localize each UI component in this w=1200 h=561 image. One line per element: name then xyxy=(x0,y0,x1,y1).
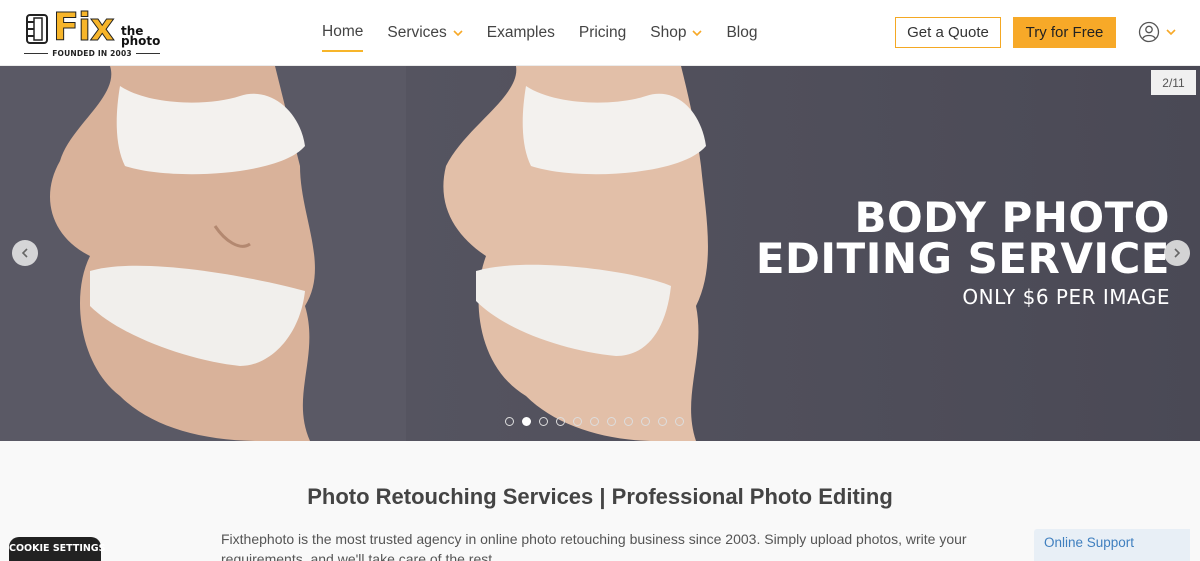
nav-blog-label: Blog xyxy=(726,24,758,41)
hero-subtitle: ONLY $6 PER IMAGE xyxy=(962,285,1170,309)
before-photo xyxy=(0,66,406,441)
try-for-free-button[interactable]: Try for Free xyxy=(1013,17,1116,48)
slider-dot[interactable] xyxy=(539,417,548,426)
slider-dot[interactable] xyxy=(607,417,616,426)
page-title: Photo Retouching Services | Professional… xyxy=(307,484,893,509)
chevron-left-icon xyxy=(21,248,28,258)
online-support-widget[interactable]: Online Support xyxy=(1034,529,1190,561)
nav-services[interactable]: Services xyxy=(387,22,463,44)
hero-title-line2: EDITING SERVICE xyxy=(755,234,1170,283)
nav-examples[interactable]: Examples xyxy=(487,22,555,44)
slider-dot[interactable] xyxy=(675,417,684,426)
logo-divider-right xyxy=(136,53,160,54)
previous-slide-button[interactable] xyxy=(12,240,38,266)
hero-title-line1: BODY PHOTO xyxy=(854,193,1170,242)
get-quote-button[interactable]: Get a Quote xyxy=(895,17,1001,48)
chevron-down-icon xyxy=(1166,29,1176,36)
nav-home-label: Home xyxy=(322,23,364,40)
slider-dot[interactable] xyxy=(556,417,565,426)
slider-dot[interactable] xyxy=(590,417,599,426)
nav-blog[interactable]: Blog xyxy=(726,22,757,44)
site-header: Fix the photo FOUNDED IN 2003 Home Servi… xyxy=(0,0,1200,66)
fixthephoto-logo[interactable]: Fix the photo FOUNDED IN 2003 xyxy=(24,8,161,60)
nav-shop[interactable]: Shop xyxy=(650,22,703,44)
chevron-down-icon xyxy=(453,30,463,37)
nav-home[interactable]: Home xyxy=(322,22,364,52)
slider-dot[interactable] xyxy=(522,417,531,426)
logo-fix-text: Fix xyxy=(53,5,115,49)
slider-dot[interactable] xyxy=(624,417,633,426)
nav-examples-label: Examples xyxy=(486,24,555,41)
hero-slider: 2/11 BODY PHOTO EDITING SERVICE ONLY $6 … xyxy=(0,66,1200,441)
nav-shop-label: Shop xyxy=(650,24,687,41)
nav-pricing-label: Pricing xyxy=(578,24,627,41)
slider-dot[interactable] xyxy=(641,417,650,426)
slide-counter: 2/11 xyxy=(1151,70,1196,95)
chevron-right-icon xyxy=(1174,248,1181,258)
logo-hands-icon xyxy=(26,14,48,44)
before-body-image xyxy=(50,66,315,441)
nav-pricing[interactable]: Pricing xyxy=(579,22,626,44)
cookie-settings-button[interactable]: COOKIE SETTINGS xyxy=(9,537,105,561)
logo-photo-text: photo xyxy=(121,34,161,48)
chevron-down-icon xyxy=(692,30,703,37)
slider-dot[interactable] xyxy=(573,417,582,426)
main-nav: Home Services Examples Pricing Shop Blog xyxy=(322,22,757,52)
intro-section: Photo Retouching Services | Professional… xyxy=(0,441,1200,561)
slider-dot[interactable] xyxy=(505,417,514,426)
slider-dot[interactable] xyxy=(658,417,667,426)
user-circle-icon xyxy=(1138,21,1160,43)
slider-dots xyxy=(505,417,684,426)
after-body-image xyxy=(443,66,708,441)
nav-services-label: Services xyxy=(387,24,447,41)
intro-text: Fixthephoto is the most trusted agency i… xyxy=(221,531,967,561)
account-menu[interactable] xyxy=(1138,21,1176,43)
